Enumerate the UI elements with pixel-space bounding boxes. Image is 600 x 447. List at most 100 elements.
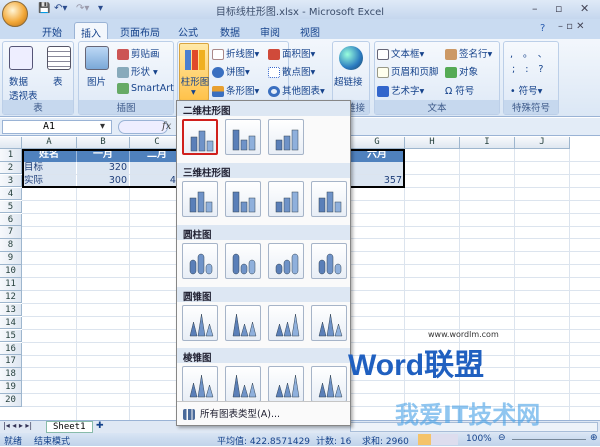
minimize-icon[interactable]: – xyxy=(532,2,538,15)
pivot-table-button[interactable]: 数据 透视表 xyxy=(9,74,38,102)
other-charts-button[interactable]: 其他图表▾ xyxy=(268,83,325,97)
row-header[interactable]: 20 xyxy=(0,394,22,407)
chart-subtype-option[interactable] xyxy=(311,366,347,402)
row-header[interactable]: 4 xyxy=(0,187,22,201)
row-header[interactable]: 10 xyxy=(0,265,22,278)
row-header[interactable]: 8 xyxy=(0,239,22,252)
office-button[interactable] xyxy=(2,1,28,27)
cell-G3[interactable]: 357 xyxy=(350,174,405,188)
row-header[interactable]: 7 xyxy=(0,226,22,239)
column-header[interactable]: A xyxy=(22,137,77,149)
cell-A1[interactable]: 姓名 xyxy=(22,149,77,162)
all-chart-types-item[interactable]: 所有图表类型(A)... xyxy=(183,406,280,420)
punctuation-buttons[interactable]: ,。、 xyxy=(510,46,557,60)
bar-chart-button[interactable]: 条形图▾ xyxy=(212,83,259,97)
cell-B3[interactable]: 300 xyxy=(77,174,130,188)
chart-subtype-option[interactable] xyxy=(182,243,218,279)
help-icon[interactable]: ? xyxy=(540,23,545,34)
row-header[interactable]: 11 xyxy=(0,278,22,291)
pie-chart-button[interactable]: 饼图▾ xyxy=(212,64,250,78)
area-chart-button[interactable]: 面积图▾ xyxy=(268,46,315,60)
chart-subtype-option[interactable] xyxy=(311,181,347,217)
tab-formulas[interactable]: 公式 xyxy=(172,22,204,39)
zoom-in-icon[interactable]: ⊕ xyxy=(590,433,598,443)
chart-subtype-option[interactable] xyxy=(268,243,304,279)
cell-B1[interactable]: 一月 xyxy=(77,149,130,162)
row-header[interactable]: 14 xyxy=(0,316,22,330)
wordart-button[interactable]: 艺术字▾ xyxy=(377,83,424,97)
hyperlink-button[interactable]: 超链接 xyxy=(334,74,363,88)
cell-A2[interactable]: 目标 xyxy=(22,161,77,175)
shapes-button[interactable]: 形状 ▾ xyxy=(117,64,158,78)
fx-icon[interactable]: fx xyxy=(162,121,171,132)
row-header[interactable]: 13 xyxy=(0,303,22,317)
column-header[interactable]: J xyxy=(515,137,570,149)
chart-subtype-option[interactable] xyxy=(268,119,304,155)
close-icon[interactable]: ✕ xyxy=(580,2,589,15)
scatter-chart-button[interactable]: 散点图▾ xyxy=(268,64,315,78)
symbol-button[interactable]: Ω 符号 xyxy=(445,83,474,97)
insert-sheet-icon[interactable]: ✚ xyxy=(96,421,104,431)
special-symbol-button[interactable]: • 符号▾ xyxy=(510,83,542,97)
table-button[interactable]: 表 xyxy=(53,74,63,88)
line-chart-button[interactable]: 折线图▾ xyxy=(212,46,259,60)
row-header[interactable]: 15 xyxy=(0,329,22,343)
tab-page-layout[interactable]: 页面布局 xyxy=(114,22,166,39)
cell-G1[interactable]: 六月 xyxy=(350,149,405,162)
header-footer-button[interactable]: 页眉和页脚 xyxy=(377,64,439,78)
chart-subtype-option[interactable] xyxy=(268,181,304,217)
doc-minimize-icon[interactable]: – ▫ ✕ xyxy=(558,21,585,32)
chart-subtype-option[interactable] xyxy=(268,305,304,341)
tab-insert[interactable]: 插入 xyxy=(74,22,108,40)
row-header[interactable]: 5 xyxy=(0,200,22,214)
cell-B2[interactable]: 320 xyxy=(77,161,130,175)
chart-subtype-option[interactable] xyxy=(268,366,304,402)
punctuation-buttons-2[interactable]: ;:? xyxy=(512,64,553,75)
row-header[interactable]: 9 xyxy=(0,252,22,265)
row-header[interactable]: 6 xyxy=(0,213,22,226)
select-all-corner[interactable] xyxy=(0,137,22,149)
chart-subtype-option[interactable] xyxy=(225,119,261,155)
column-header[interactable]: I xyxy=(460,137,515,149)
row-header[interactable]: 18 xyxy=(0,368,22,381)
chart-subtype-option[interactable] xyxy=(182,119,218,155)
tab-review[interactable]: 审阅 xyxy=(254,22,286,39)
row-header[interactable]: 12 xyxy=(0,290,22,304)
signature-button[interactable]: 签名行▾ xyxy=(445,46,492,60)
row-header[interactable]: 16 xyxy=(0,342,22,355)
clipart-button[interactable]: 剪贴画 xyxy=(117,46,160,60)
chart-subtype-option[interactable] xyxy=(225,243,261,279)
row-header[interactable]: 19 xyxy=(0,381,22,394)
chart-subtype-option[interactable] xyxy=(182,181,218,217)
view-buttons[interactable] xyxy=(418,434,458,445)
row-header[interactable]: 3 xyxy=(0,174,22,188)
sheet-tab-sheet1[interactable]: Sheet1 xyxy=(46,421,93,433)
row-header[interactable]: 17 xyxy=(0,355,22,368)
chart-subtype-option[interactable] xyxy=(182,305,218,341)
maximize-icon[interactable]: ▫ xyxy=(555,2,562,15)
column-header[interactable]: B xyxy=(77,137,130,149)
chart-subtype-option[interactable] xyxy=(311,243,347,279)
name-box-dropdown-icon[interactable]: ▾ xyxy=(100,121,105,132)
chart-subtype-option[interactable] xyxy=(225,366,261,402)
row-header[interactable]: 2 xyxy=(0,161,22,175)
sheet-nav-arrows[interactable]: |◂ ◂ ▸ ▸| xyxy=(3,421,32,430)
chart-subtype-option[interactable] xyxy=(182,366,218,402)
row-header[interactable]: 1 xyxy=(0,149,22,162)
chart-subtype-option[interactable] xyxy=(311,305,347,341)
name-box[interactable]: A1 xyxy=(2,120,112,134)
zoom-out-icon[interactable]: ⊖ xyxy=(498,433,506,443)
object-button[interactable]: 对象 xyxy=(445,64,478,78)
picture-button[interactable]: 图片 xyxy=(87,74,106,88)
column-header[interactable]: G xyxy=(350,137,405,149)
chart-subtype-option[interactable] xyxy=(225,305,261,341)
tab-view[interactable]: 视图 xyxy=(294,22,326,39)
chart-subtype-option[interactable] xyxy=(225,181,261,217)
textbox-button[interactable]: 文本框▾ xyxy=(377,46,424,60)
tab-home[interactable]: 开始 xyxy=(36,22,68,39)
column-chart-button[interactable]: 柱形图 ▾ xyxy=(179,43,209,101)
column-header[interactable]: H xyxy=(405,137,460,149)
smartart-button[interactable]: SmartArt xyxy=(117,83,174,94)
cell-A3[interactable]: 实际 xyxy=(22,174,77,188)
zoom-slider[interactable] xyxy=(512,439,586,440)
